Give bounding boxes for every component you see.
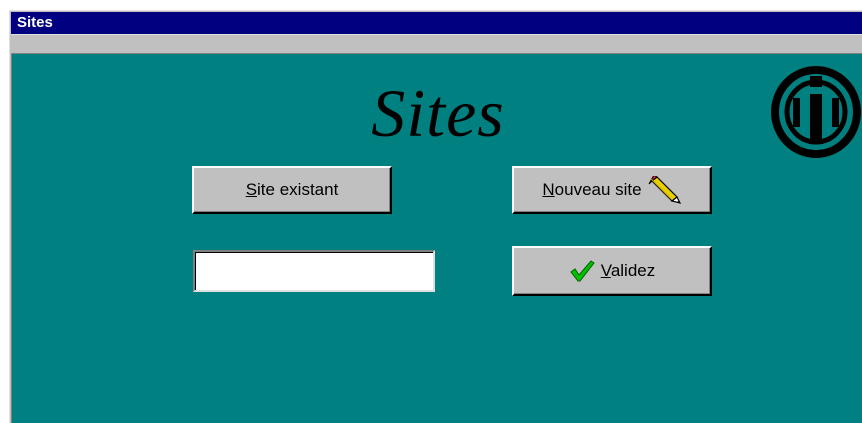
new-site-label: Nouveau site: [542, 180, 642, 199]
validate-button[interactable]: Validez: [512, 246, 712, 296]
pencil-icon: [648, 176, 682, 204]
page-title: Sites: [371, 75, 505, 151]
logo-icon: [771, 66, 861, 158]
title-bar[interactable]: Sites: [11, 12, 862, 34]
menu-bar-area: [11, 34, 862, 51]
new-site-button[interactable]: Nouveau site: [512, 166, 712, 214]
window-title: Sites: [17, 14, 53, 31]
sites-window: Sites Sites Site existant Nouveau site V…: [9, 10, 862, 423]
existing-site-label: Site existant: [245, 180, 339, 199]
existing-site-button[interactable]: Site existant: [192, 166, 392, 214]
site-input[interactable]: [193, 250, 435, 292]
checkmark-icon: [569, 259, 595, 283]
form-area: Sites Site existant Nouveau site Validez: [11, 53, 862, 423]
validate-label: Validez: [600, 261, 656, 280]
